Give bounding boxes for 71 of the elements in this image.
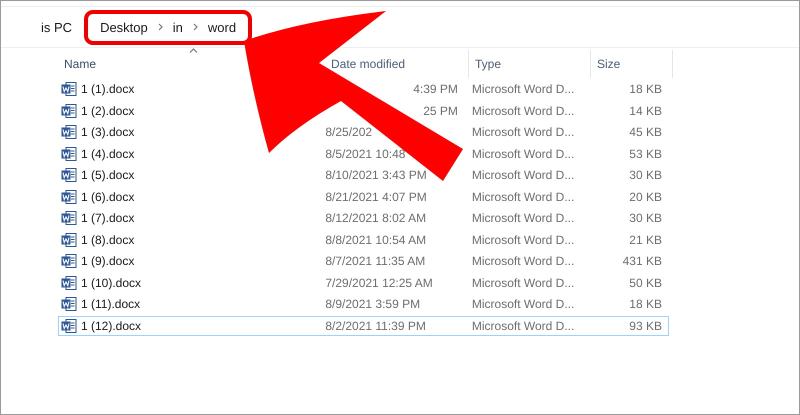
type-text: Microsoft Word D... [472, 104, 574, 118]
file-name[interactable]: 1 (5).docx [81, 168, 134, 182]
size-text: 30 KB [629, 168, 662, 182]
file-name[interactable]: 1 (9).docx [81, 254, 134, 268]
size-text: 93 KB [629, 318, 662, 333]
column-header[interactable]: Type [475, 57, 502, 71]
file-name[interactable]: 1 (2).docx [81, 104, 134, 118]
file-name[interactable]: 1 (11).docx [81, 297, 140, 312]
type-text: Microsoft Word D... [472, 276, 574, 290]
date-text: 8/12/2021 8:02 AM [325, 211, 426, 226]
word-document-icon [61, 210, 77, 226]
type-text: Microsoft Word D... [472, 82, 574, 96]
type-text: Microsoft Word D... [472, 232, 574, 247]
date-text: 8/10/2021 3:43 PM [325, 168, 427, 182]
chevron-icon [192, 23, 198, 31]
size-text: 20 KB [629, 190, 662, 204]
file-name[interactable]: 1 (8).docx [81, 232, 134, 247]
size-text: 21 KB [629, 232, 662, 247]
size-text: 30 KB [629, 211, 662, 226]
type-text: Microsoft Word D... [472, 318, 574, 333]
size-text: 14 KB [629, 104, 662, 118]
column-header[interactable]: Name [64, 57, 96, 71]
word-document-icon [61, 274, 77, 291]
date-text: 8/5/2021 10:48 [325, 146, 406, 161]
date-text: 4:39 PM [413, 82, 458, 96]
column-header[interactable]: Date modified [331, 57, 406, 71]
size-text: 50 KB [629, 276, 662, 290]
file-name[interactable]: 1 (1).docx [81, 82, 134, 96]
type-text: Microsoft Word D... [472, 297, 574, 312]
path-segment[interactable]: is PC [41, 20, 72, 34]
date-text: 7/29/2021 12:25 AM [325, 276, 433, 290]
date-text: 8/25/202 [325, 125, 372, 140]
type-text: Microsoft Word D... [472, 211, 574, 226]
date-text: 8/2/2021 11:39 PM [325, 318, 426, 333]
file-row[interactable]: 1 (12).docx 8/2/2021 11:39 PM Microsoft Word D... 93 KB [58, 316, 669, 336]
word-document-icon [61, 102, 77, 119]
type-text: Microsoft Word D... [472, 146, 574, 161]
file-name[interactable]: 1 (4).docx [81, 146, 134, 161]
word-document-icon [61, 232, 77, 248]
word-document-icon [61, 81, 77, 98]
word-document-icon [61, 188, 77, 205]
word-document-icon [61, 167, 77, 184]
path-segment[interactable]: Desktop [100, 20, 148, 34]
size-text: 431 KB [622, 254, 662, 268]
word-document-icon [61, 318, 77, 334]
date-text: 8/9/2021 3:59 PM [325, 297, 420, 312]
chevron-icon [158, 23, 163, 31]
file-name[interactable]: 1 (7).docx [81, 211, 134, 226]
file-name[interactable]: 1 (10).docx [81, 276, 142, 290]
column-header[interactable]: Size [597, 57, 620, 71]
size-text: 18 KB [629, 82, 662, 96]
file-name[interactable]: 1 (6).docx [81, 190, 134, 204]
word-document-icon [61, 124, 77, 140]
type-text: Microsoft Word D... [472, 125, 574, 140]
word-document-icon [61, 253, 77, 270]
size-text: 53 KB [629, 146, 662, 161]
path-segment[interactable]: word [208, 20, 236, 34]
type-text: Microsoft Word D... [472, 190, 574, 204]
date-text: 25 PM [423, 104, 458, 118]
path-segment[interactable]: in [172, 20, 183, 34]
date-text: 8/7/2021 11:35 AM [325, 254, 426, 268]
date-text: 8/21/2021 4:07 PM [325, 190, 427, 204]
type-text: Microsoft Word D... [472, 254, 574, 268]
size-text: 45 KB [629, 125, 662, 140]
word-document-icon [61, 296, 77, 312]
date-text: 8/8/2021 10:54 AM [325, 232, 426, 247]
type-text: Microsoft Word D... [472, 168, 574, 182]
file-name[interactable]: 1 (3).docx [81, 125, 134, 140]
size-text: 18 KB [629, 297, 662, 312]
word-document-icon [61, 146, 77, 162]
file-name[interactable]: 1 (12).docx [81, 318, 142, 333]
